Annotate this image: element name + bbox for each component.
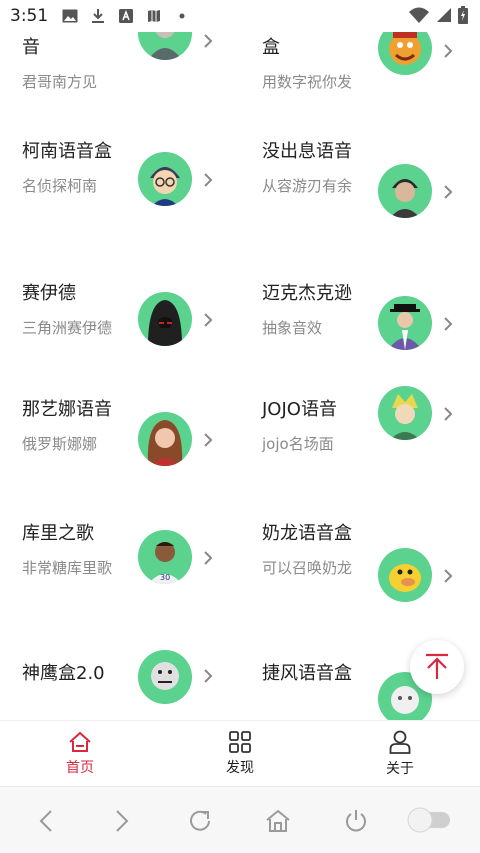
card-voice-box[interactable]: 赛伊德 三角洲赛伊德: [0, 268, 240, 380]
home-nav-button[interactable]: [264, 807, 292, 835]
card-title: 迈克杰克逊: [262, 283, 352, 304]
card-title: 奶龙语音盒: [262, 523, 352, 544]
status-right: [408, 6, 468, 28]
reload-icon: [190, 810, 210, 831]
arrow-up-to-top-icon: [426, 653, 448, 679]
card-voice-box[interactable]: 盒 用数字祝你发: [240, 32, 480, 128]
wifi-icon: [408, 6, 430, 28]
card-title: 那艺娜语音: [22, 399, 112, 420]
chevron-right-icon: [204, 669, 213, 683]
user-icon: [389, 730, 411, 754]
back-button[interactable]: [32, 807, 60, 835]
avatar: [378, 296, 432, 350]
chevron-right-icon: [444, 407, 453, 421]
home-icon: [266, 809, 290, 832]
tab-discover-label: 发现: [226, 759, 254, 776]
forward-button[interactable]: [108, 807, 136, 835]
card-row: 神鹰盒2.0 捷风语音盒: [0, 650, 480, 720]
chevron-right-icon: [204, 34, 213, 48]
chevron-right-icon: [204, 313, 213, 327]
reload-button[interactable]: [186, 807, 214, 835]
tab-home-label: 首页: [66, 759, 94, 776]
card-title: 赛伊德: [22, 283, 76, 304]
svg-text:30: 30: [160, 573, 170, 582]
toggle-switch[interactable]: [406, 806, 452, 834]
card-title: 音: [22, 37, 40, 58]
card-subtitle: jojo名场面: [262, 435, 334, 453]
signal-icon: [436, 7, 452, 27]
card-title: 柯南语音盒: [22, 141, 112, 162]
avatar: [378, 32, 432, 75]
card-voice-box[interactable]: 柯南语音盒 名侦探柯南: [0, 128, 240, 268]
card-subtitle: 非常糖库里歌: [22, 559, 113, 577]
avatar: [378, 164, 432, 218]
card-voice-box[interactable]: 那艺娜语音 俄罗斯娜娜: [0, 380, 240, 510]
card-voice-box[interactable]: 迈克杰克逊 抽象音效: [240, 268, 480, 380]
card-title: 库里之歌: [22, 523, 94, 544]
avatar: 30: [138, 530, 192, 584]
card-row: 库里之歌 非常糖库里歌 30 奶龙语音盒 可以召唤奶龙: [0, 510, 480, 650]
tab-discover[interactable]: 发现: [160, 721, 320, 786]
chevron-right-icon: [204, 551, 213, 565]
avatar: [378, 548, 432, 602]
status-time: 3:51: [10, 6, 49, 26]
card-voice-box[interactable]: 音 君哥南方见: [0, 32, 240, 128]
card-voice-box[interactable]: 没出息语音 从容游刃有余: [240, 128, 480, 268]
card-row: 音 君哥南方见 盒 用数字祝你发: [0, 32, 480, 128]
power-button[interactable]: [342, 807, 370, 835]
avatar: [138, 412, 192, 466]
avatar: [138, 32, 192, 60]
chevron-right-icon: [116, 810, 129, 832]
card-title: 捷风语音盒: [262, 663, 352, 684]
map-icon: [146, 8, 162, 24]
card-voice-box[interactable]: 库里之歌 非常糖库里歌 30: [0, 510, 240, 650]
card-subtitle: 抽象音效: [262, 319, 323, 337]
image-icon: [62, 8, 78, 24]
card-voice-box[interactable]: 神鹰盒2.0: [0, 650, 240, 720]
battery-icon: [458, 6, 468, 28]
chevron-right-icon: [444, 44, 453, 58]
chevron-right-icon: [204, 433, 213, 447]
card-subtitle: 用数字祝你发: [262, 73, 353, 91]
grid-icon: [229, 730, 251, 753]
card-row: 赛伊德 三角洲赛伊德 迈克杰克逊 抽象音效: [0, 268, 480, 380]
avatar: [138, 152, 192, 206]
back-to-top-button[interactable]: [410, 640, 464, 694]
voice-box-list[interactable]: 音 君哥南方见 盒 用数字祝你发 柯南语音盒 名侦探柯南 没出息语音 从容游刃有…: [0, 32, 480, 720]
card-voice-box[interactable]: JOJO语音 jojo名场面: [240, 380, 480, 510]
avatar: [138, 650, 192, 704]
card-title: JOJO语音: [262, 399, 337, 420]
card-title: 没出息语音: [262, 141, 352, 162]
card-voice-box[interactable]: 奶龙语音盒 可以召唤奶龙: [240, 510, 480, 650]
power-icon: [346, 810, 366, 832]
tab-about-label: 关于: [386, 760, 414, 777]
status-bar: 3:51: [0, 0, 480, 32]
avatar: [138, 292, 192, 346]
home-icon: [69, 731, 91, 752]
tab-about[interactable]: 关于: [320, 721, 480, 786]
card-subtitle: 名侦探柯南: [22, 177, 98, 195]
chevron-right-icon: [204, 173, 213, 187]
card-subtitle: 从容游刃有余: [262, 177, 353, 195]
card-row: 那艺娜语音 俄罗斯娜娜 JOJO语音 jojo名场面: [0, 380, 480, 510]
card-subtitle: 俄罗斯娜娜: [22, 435, 98, 453]
card-title: 神鹰盒2.0: [22, 663, 105, 684]
card-grid: 音 君哥南方见 盒 用数字祝你发 柯南语音盒 名侦探柯南 没出息语音 从容游刃有…: [0, 32, 480, 720]
card-subtitle: 三角洲赛伊德: [22, 319, 113, 337]
card-row: 柯南语音盒 名侦探柯南 没出息语音 从容游刃有余: [0, 128, 480, 268]
font-icon: [118, 8, 134, 24]
card-subtitle: 可以召唤奶龙: [262, 559, 353, 577]
chevron-left-icon: [39, 810, 52, 832]
chevron-right-icon: [444, 185, 453, 199]
dot-icon: [174, 8, 190, 24]
chevron-right-icon: [444, 569, 453, 583]
card-title: 盒: [262, 37, 280, 58]
avatar: [378, 386, 432, 440]
chevron-right-icon: [444, 317, 453, 331]
card-subtitle: 君哥南方见: [22, 73, 98, 91]
bottom-tab-bar: 首页 发现 关于: [0, 720, 480, 786]
download-icon: [90, 8, 106, 24]
tab-home[interactable]: 首页: [0, 721, 160, 786]
